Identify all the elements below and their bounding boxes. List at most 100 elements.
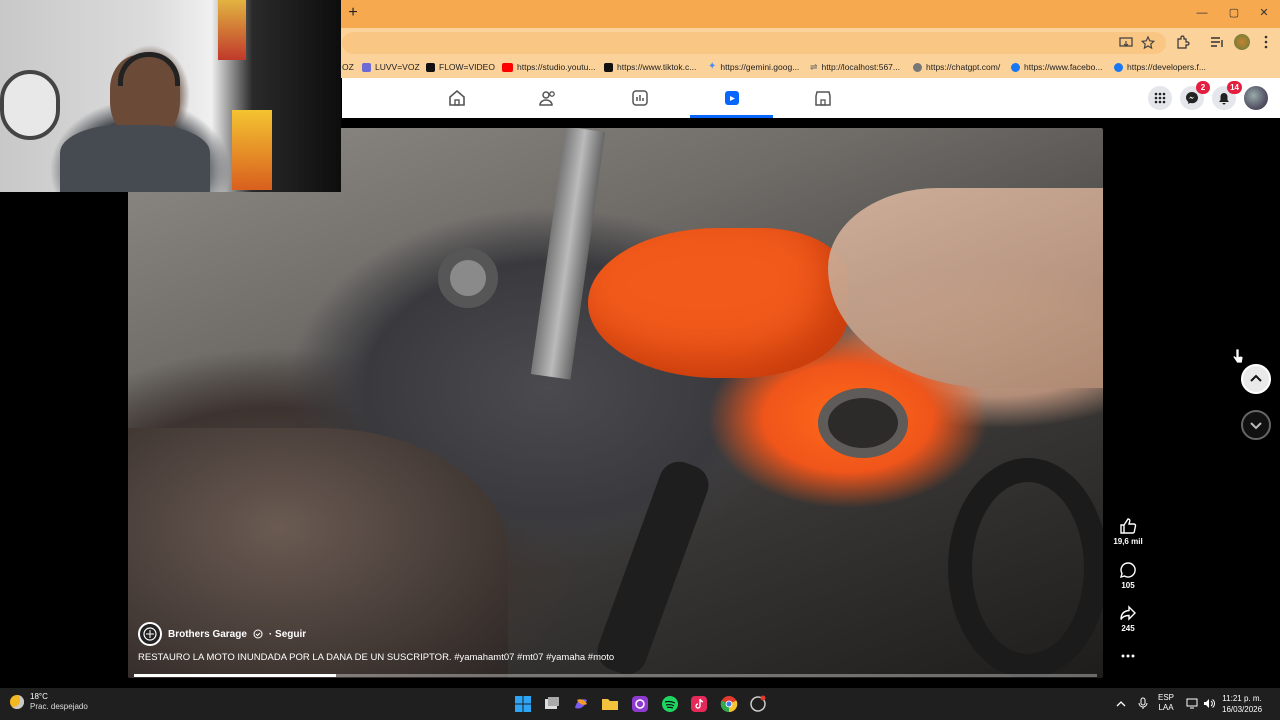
reel-description: RESTAURO LA MOTO INUNDADA POR LA DANA DE… <box>138 652 615 663</box>
bookmark-label: https://chatgpt.com/ <box>926 62 1001 72</box>
gemini-favicon-icon: ✦ <box>708 61 717 72</box>
reel-video-player[interactable]: Brothers Garage · Seguir RESTAURO LA MOT… <box>128 128 1103 678</box>
previous-reel-button[interactable] <box>1241 364 1271 394</box>
clock-date: 16/03/2026 <box>1222 705 1263 714</box>
browser-menu-icon[interactable] <box>1258 34 1274 50</box>
input-language[interactable]: ESP LAA <box>1158 693 1174 713</box>
bookmark-label: https://www.tiktok.c... <box>617 62 697 72</box>
bookmark-label: OZ <box>342 62 354 72</box>
chatgpt-favicon-icon <box>913 62 922 72</box>
comment-icon <box>1119 562 1136 579</box>
tiktok-icon[interactable] <box>689 694 709 714</box>
weather-widget[interactable]: 18°C Prac. despejado <box>10 692 88 712</box>
bookmark-item[interactable]: OZ <box>342 60 354 74</box>
volume-icon[interactable] <box>1203 698 1215 709</box>
forearm-shape <box>828 188 1103 388</box>
webcam-overlay <box>0 0 341 192</box>
video-progress-bar[interactable] <box>134 674 1097 677</box>
comment-action[interactable]: 105 <box>1110 561 1146 590</box>
bookmark-label: http://localhost:567... <box>821 62 900 72</box>
profile-avatar[interactable] <box>1234 34 1250 50</box>
wrench-shape <box>530 128 606 380</box>
spotify-icon[interactable] <box>660 694 680 714</box>
share-icon <box>1120 605 1136 621</box>
follow-button[interactable]: · Seguir <box>269 629 306 640</box>
hose-shape <box>591 456 715 678</box>
bookmark-item[interactable]: ⇌ http://localhost:567... <box>810 60 900 74</box>
windows-start-icon[interactable] <box>513 694 533 714</box>
system-clock[interactable]: 11:21 p. m. 16/03/2026 <box>1222 693 1262 715</box>
youtube-favicon-icon <box>502 62 513 72</box>
bookmark-item[interactable]: https://chatgpt.com/ <box>913 60 1000 74</box>
more-options-button[interactable] <box>1110 648 1146 666</box>
reel-author: Brothers Garage · Seguir <box>138 622 306 646</box>
weather-desc: Prac. despejado <box>30 702 88 711</box>
share-count: 245 <box>1121 624 1135 633</box>
bookmark-item[interactable]: https://developers.f... <box>1114 60 1206 74</box>
language-code: ESP <box>1158 693 1175 702</box>
bookmark-label: https://gemini.goog... <box>720 62 800 72</box>
file-explorer-icon[interactable] <box>600 694 620 714</box>
chevron-down-icon <box>1250 422 1262 430</box>
intake-port-shape <box>818 388 908 458</box>
chevron-up-tray-icon[interactable] <box>1116 699 1126 709</box>
author-avatar[interactable] <box>138 622 162 646</box>
bookmark-star-icon[interactable] <box>1140 35 1156 51</box>
bookmark-item[interactable]: https://www.facebo... <box>1011 60 1102 74</box>
notifications-button[interactable]: 14 <box>1212 81 1242 110</box>
video-progress-fill <box>134 674 337 677</box>
task-view-icon[interactable] <box>542 694 562 714</box>
screen: + — ▢ ✕ OZ LUVV=VOZ FLOW=VIDEO https://s… <box>0 0 1280 720</box>
keyboard-layout: LAA <box>1158 703 1174 712</box>
close-window-button[interactable]: ✕ <box>1254 5 1274 21</box>
next-reel-button[interactable] <box>1241 410 1271 440</box>
screen-recorder-icon[interactable] <box>748 694 768 714</box>
messenger-icon <box>1186 92 1198 104</box>
friends-icon[interactable] <box>538 88 558 108</box>
bolt-hole-shape <box>438 248 498 308</box>
like-action[interactable]: 19,6 mil <box>1110 517 1146 546</box>
author-name[interactable]: Brothers Garage <box>168 629 247 640</box>
bookmark-item[interactable]: LUVV=VOZ <box>362 60 420 74</box>
reels-icon[interactable] <box>722 88 742 108</box>
share-action[interactable]: 245 <box>1110 604 1146 633</box>
install-app-icon[interactable] <box>1118 35 1134 51</box>
home-icon[interactable] <box>447 88 467 108</box>
more-icon <box>1121 654 1135 658</box>
dashboard-icon[interactable] <box>630 88 650 108</box>
like-icon <box>1120 518 1137 534</box>
bookmark-favicon-icon <box>362 62 371 72</box>
messenger-badge: 2 <box>1196 81 1210 94</box>
account-avatar[interactable] <box>1244 86 1268 110</box>
network-icon[interactable] <box>1186 698 1198 709</box>
localhost-favicon-icon: ⇌ <box>810 62 818 72</box>
messenger-button[interactable]: 2 <box>1180 81 1210 110</box>
maximize-button[interactable]: ▢ <box>1224 5 1244 21</box>
extensions-icon[interactable] <box>1174 34 1190 50</box>
chrome-icon[interactable] <box>719 694 739 714</box>
clock-time: 11:21 p. m. <box>1222 694 1262 703</box>
verified-icon <box>253 629 263 639</box>
chevron-up-icon <box>1250 374 1262 382</box>
menu-grid-button[interactable] <box>1148 86 1172 110</box>
wall-poster <box>232 110 272 190</box>
microphone-icon[interactable] <box>1138 697 1148 710</box>
address-bar[interactable] <box>342 32 1166 54</box>
marketplace-icon[interactable] <box>813 88 833 108</box>
minimize-button[interactable]: — <box>1192 5 1212 21</box>
bookmark-item[interactable]: FLOW=VIDEO <box>426 60 495 74</box>
capture-app-icon[interactable] <box>630 694 650 714</box>
facebook-top-nav: 2 14 <box>342 78 1280 118</box>
facebook-favicon-icon <box>1011 62 1020 72</box>
bookmark-item[interactable]: https://www.tiktok.c... <box>604 60 696 74</box>
bookmark-label: https://developers.f... <box>1127 62 1206 72</box>
garage-logo-icon <box>143 627 157 641</box>
grid-icon <box>1154 92 1166 104</box>
bookmark-item[interactable]: https://studio.youtu... <box>502 60 595 74</box>
weather-temp: 18°C <box>30 692 48 701</box>
new-tab-button[interactable]: + <box>346 5 360 21</box>
hand-cursor-icon <box>1233 348 1243 364</box>
bookmark-item[interactable]: ✦ https://gemini.goog... <box>708 60 799 74</box>
copilot-icon[interactable] <box>571 694 591 714</box>
media-control-icon[interactable] <box>1209 34 1225 50</box>
